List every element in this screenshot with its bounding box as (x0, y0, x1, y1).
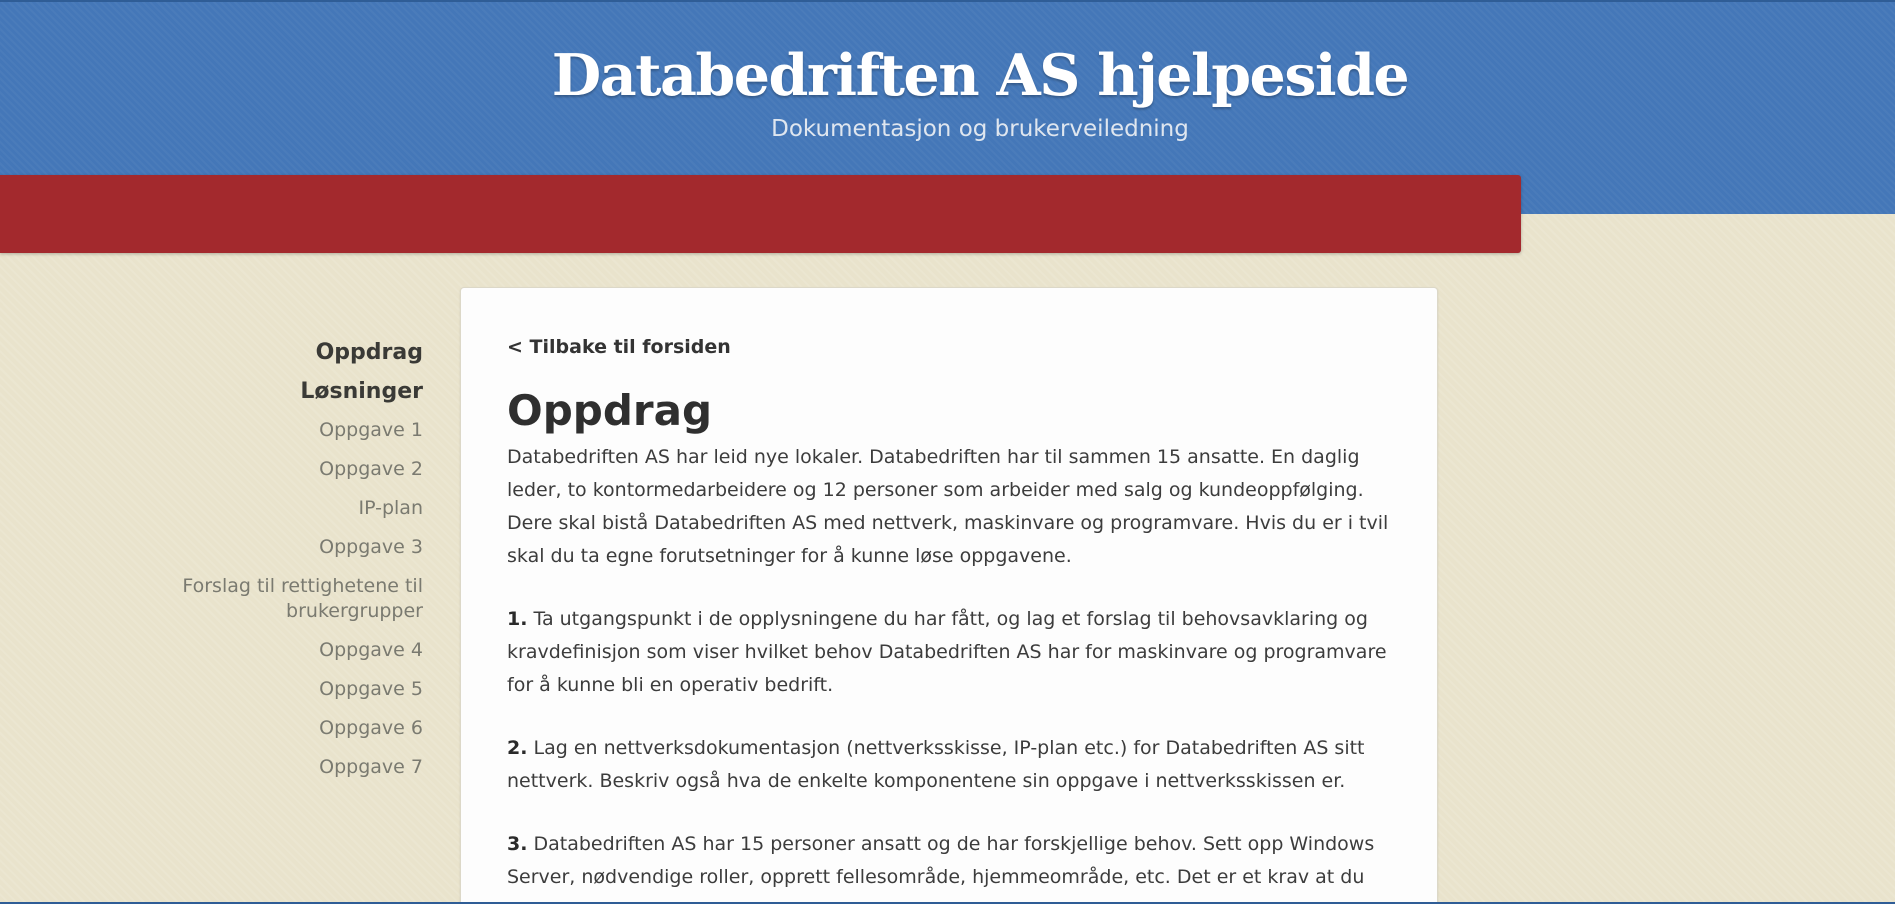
task-item-3: 3. Databedriften AS har 15 personer ansa… (507, 828, 1397, 904)
sidebar-item-losninger[interactable]: Løsninger (150, 372, 423, 411)
content-card: < Tilbake til forsiden Oppdrag Databedri… (460, 287, 1438, 904)
sidebar-item-oppgave-2[interactable]: Oppgave 2 (150, 450, 423, 489)
sidebar-item-ip-plan[interactable]: IP-plan (150, 489, 423, 528)
nav-bar (0, 175, 1521, 253)
task-item-1: 1. Ta utgangspunkt i de opplysningene du… (507, 603, 1397, 702)
intro-paragraph: Databedriften AS har leid nye lokaler. D… (507, 446, 1389, 567)
sidebar-item-oppgave-3[interactable]: Oppgave 3 (150, 528, 423, 567)
sidebar-item-oppgave-6[interactable]: Oppgave 6 (150, 709, 423, 748)
sidebar-item-oppgave-7[interactable]: Oppgave 7 (150, 748, 423, 787)
back-to-home-link[interactable]: < Tilbake til forsiden (507, 335, 731, 359)
sidebar-item-oppdrag[interactable]: Oppdrag (150, 333, 423, 372)
sidebar-nav: Oppdrag Løsninger Oppgave 1 Oppgave 2 IP… (150, 333, 423, 787)
sidebar-item-oppgave-5[interactable]: Oppgave 5 (150, 670, 423, 709)
site-subtitle: Dokumentasjon og brukerveiledning (771, 116, 1189, 142)
task-number: 3. (507, 833, 528, 855)
sidebar-item-rettigheter[interactable]: Forslag til rettighetene til brukergrupp… (150, 567, 423, 631)
page-title: Oppdrag (507, 386, 713, 435)
task-text: Ta utgangspunkt i de opplysningene du ha… (507, 608, 1387, 696)
task-text: Databedriften AS har 15 personer ansatt … (507, 833, 1375, 904)
task-number: 1. (507, 608, 528, 630)
task-number: 2. (507, 737, 528, 759)
task-item-2: 2. Lag en nettverksdokumentasjon (nettve… (507, 732, 1397, 798)
sidebar-item-oppgave-1[interactable]: Oppgave 1 (150, 411, 423, 450)
sidebar-item-oppgave-4[interactable]: Oppgave 4 (150, 631, 423, 670)
site-title: Databedriften AS hjelpeside (551, 42, 1410, 109)
task-text: Lag en nettverksdokumentasjon (nettverks… (507, 737, 1365, 792)
content-body: < Tilbake til forsiden Oppdrag Databedri… (507, 335, 1397, 904)
